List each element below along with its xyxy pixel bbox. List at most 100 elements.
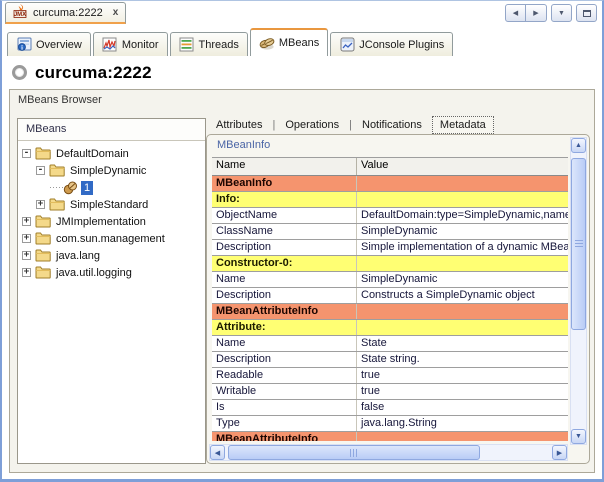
metadata-panel: MBeanInfo NameValueMBeanInfoInfo:ObjectN… <box>206 134 590 464</box>
scroll-right-icon[interactable]: ▶ <box>552 445 567 460</box>
cell-value: State string. <box>357 352 568 367</box>
table-row[interactable]: Constructor-0: <box>212 256 568 272</box>
tree-item-1[interactable]: 1 <box>18 179 205 196</box>
cell-value: Constructs a SimpleDynamic object <box>357 288 568 303</box>
cell-value: java.lang.String <box>357 416 568 431</box>
table-row[interactable]: DescriptionState string. <box>212 352 568 368</box>
mbean-icon <box>63 181 81 195</box>
main-tab-bar: iOverviewMonitorThreads MBeans JConsole Pl… <box>2 25 602 56</box>
tab-separator: | <box>349 119 352 131</box>
cell-value: true <box>357 384 568 399</box>
browser-body: MBeans -DefaultDomain-SimpleDynamic1+Sim… <box>10 110 594 472</box>
tree-item-defaultdomain[interactable]: -DefaultDomain <box>18 145 205 162</box>
table-row[interactable]: NameState <box>212 336 568 352</box>
cell-name: Attribute: <box>212 320 357 335</box>
tree-item-simpledynamic[interactable]: -SimpleDynamic <box>18 162 205 179</box>
page-title: curcuma:2222 <box>35 63 152 83</box>
table-row[interactable]: MBeanAttributeInfo <box>212 304 568 320</box>
table-row[interactable]: Writabletrue <box>212 384 568 400</box>
horizontal-scrollbar[interactable]: ◀ ▶ <box>209 444 568 461</box>
mbeans-tree: -DefaultDomain-SimpleDynamic1+SimpleStan… <box>18 141 205 281</box>
tree-item-com-sun-management[interactable]: + com.sun.management <box>18 230 205 247</box>
tab-label: MBeans <box>279 37 319 49</box>
expand-icon[interactable]: + <box>22 251 31 260</box>
collapse-icon[interactable]: - <box>22 149 31 158</box>
expand-icon[interactable]: + <box>22 268 31 277</box>
vertical-scrollbar[interactable]: ▲ ▼ <box>570 137 587 445</box>
cell-name: Description <box>212 288 357 303</box>
mbeans-tree-panel: MBeans -DefaultDomain-SimpleDynamic1+Sim… <box>17 118 206 464</box>
expand-icon[interactable]: + <box>22 217 31 226</box>
tree-item-java-util-logging[interactable]: +java.util.logging <box>18 264 205 281</box>
tree-item-label: com.sun.management <box>53 232 168 246</box>
tab-mbeans[interactable]: MBeans <box>250 28 328 56</box>
table-row[interactable]: Attribute: <box>212 320 568 336</box>
connection-status-icon <box>12 65 27 80</box>
detail-tab-notifications[interactable]: Notifications <box>358 117 426 133</box>
table-row[interactable]: DescriptionSimple implementation of a dy… <box>212 240 568 256</box>
cell-value <box>357 192 568 207</box>
folder-icon <box>35 266 53 280</box>
scroll-left-icon[interactable]: ◀ <box>210 445 225 460</box>
tab-label: JConsole Plugins <box>359 39 444 51</box>
mbeans-browser-panel: MBeans Browser MBeans -DefaultDomain-Sim… <box>9 89 595 473</box>
cell-name: ClassName <box>212 224 357 239</box>
cell-name: MBeanAttributeInfo <box>212 304 357 319</box>
detail-tab-operations[interactable]: Operations <box>281 117 343 133</box>
connection-tab-label: curcuma:2222 <box>33 7 103 19</box>
detail-tab-attributes[interactable]: Attributes <box>212 117 266 133</box>
jconsole-window: JMX curcuma:2222 x ◀▶▼ iOverviewMonitorT… <box>0 0 604 482</box>
cell-value: State <box>357 336 568 351</box>
horizontal-scrollbar-thumb[interactable] <box>228 445 480 460</box>
table-row[interactable]: NameSimpleDynamic <box>212 272 568 288</box>
table-row[interactable]: Isfalse <box>212 400 568 416</box>
cell-name: Description <box>212 352 357 367</box>
cell-value: false <box>357 400 568 415</box>
scroll-down-icon[interactable]: ▼ <box>571 429 586 444</box>
maximize-button[interactable] <box>576 4 597 22</box>
table-row[interactable]: ObjectNameDefaultDomain:type=SimpleDynam… <box>212 208 568 224</box>
tree-header: MBeans <box>18 119 205 141</box>
table-row[interactable]: DescriptionConstructs a SimpleDynamic ob… <box>212 288 568 304</box>
detail-tab-metadata[interactable]: Metadata <box>432 116 494 134</box>
scroll-left-button[interactable]: ◀ <box>505 4 526 22</box>
folder-icon <box>35 147 53 161</box>
column-header-name: Name <box>212 158 357 175</box>
table-row[interactable]: Typejava.lang.String <box>212 416 568 432</box>
detail-tab-bar: Attributes|Operations|NotificationsMetad… <box>206 110 590 134</box>
table-row[interactable]: Info: <box>212 192 568 208</box>
mbeaninfo-title: MBeanInfo <box>217 139 270 151</box>
cell-value: SimpleDynamic <box>357 272 568 287</box>
tab-jconsole-plugins[interactable]: JConsole Plugins <box>330 32 453 56</box>
mbean-detail: Attributes|Operations|NotificationsMetad… <box>206 110 590 464</box>
expand-icon[interactable]: + <box>22 234 31 243</box>
expand-icon[interactable]: + <box>36 200 45 209</box>
cell-name: MBeanInfo <box>212 176 357 191</box>
cell-name: Name <box>212 272 357 287</box>
cell-name: Readable <box>212 368 357 383</box>
tree-item-java-lang[interactable]: + java.lang <box>18 247 205 264</box>
tree-item-simplestandard[interactable]: +SimpleStandard <box>18 196 205 213</box>
app-header: curcuma:2222 <box>2 56 602 89</box>
tab-threads[interactable]: Threads <box>170 32 248 56</box>
connection-tab[interactable]: JMX curcuma:2222 x <box>5 2 126 24</box>
tree-item-jmimplementation[interactable]: +JMImplementation <box>18 213 205 230</box>
tab-overview[interactable]: iOverview <box>7 32 91 56</box>
table-row[interactable]: ClassNameSimpleDynamic <box>212 224 568 240</box>
minimize-button[interactable]: ▼ <box>551 4 572 22</box>
scroll-right-button[interactable]: ▶ <box>526 4 547 22</box>
tree-item-label: java.lang <box>53 249 103 263</box>
vertical-scrollbar-thumb[interactable] <box>571 158 586 330</box>
cell-value <box>357 256 568 271</box>
table-row[interactable]: MBeanInfo <box>212 176 568 192</box>
table-row[interactable]: Readabletrue <box>212 368 568 384</box>
tab-monitor[interactable]: Monitor <box>93 32 168 56</box>
collapse-icon[interactable]: - <box>36 166 45 175</box>
monitor-icon <box>102 37 118 53</box>
cell-value <box>357 176 568 191</box>
folder-icon <box>35 249 53 263</box>
close-icon[interactable]: x <box>113 7 119 18</box>
table-row[interactable]: MBeanAttributeInfo <box>212 432 568 441</box>
scroll-up-icon[interactable]: ▲ <box>571 138 586 153</box>
tab-label: Overview <box>36 39 82 51</box>
